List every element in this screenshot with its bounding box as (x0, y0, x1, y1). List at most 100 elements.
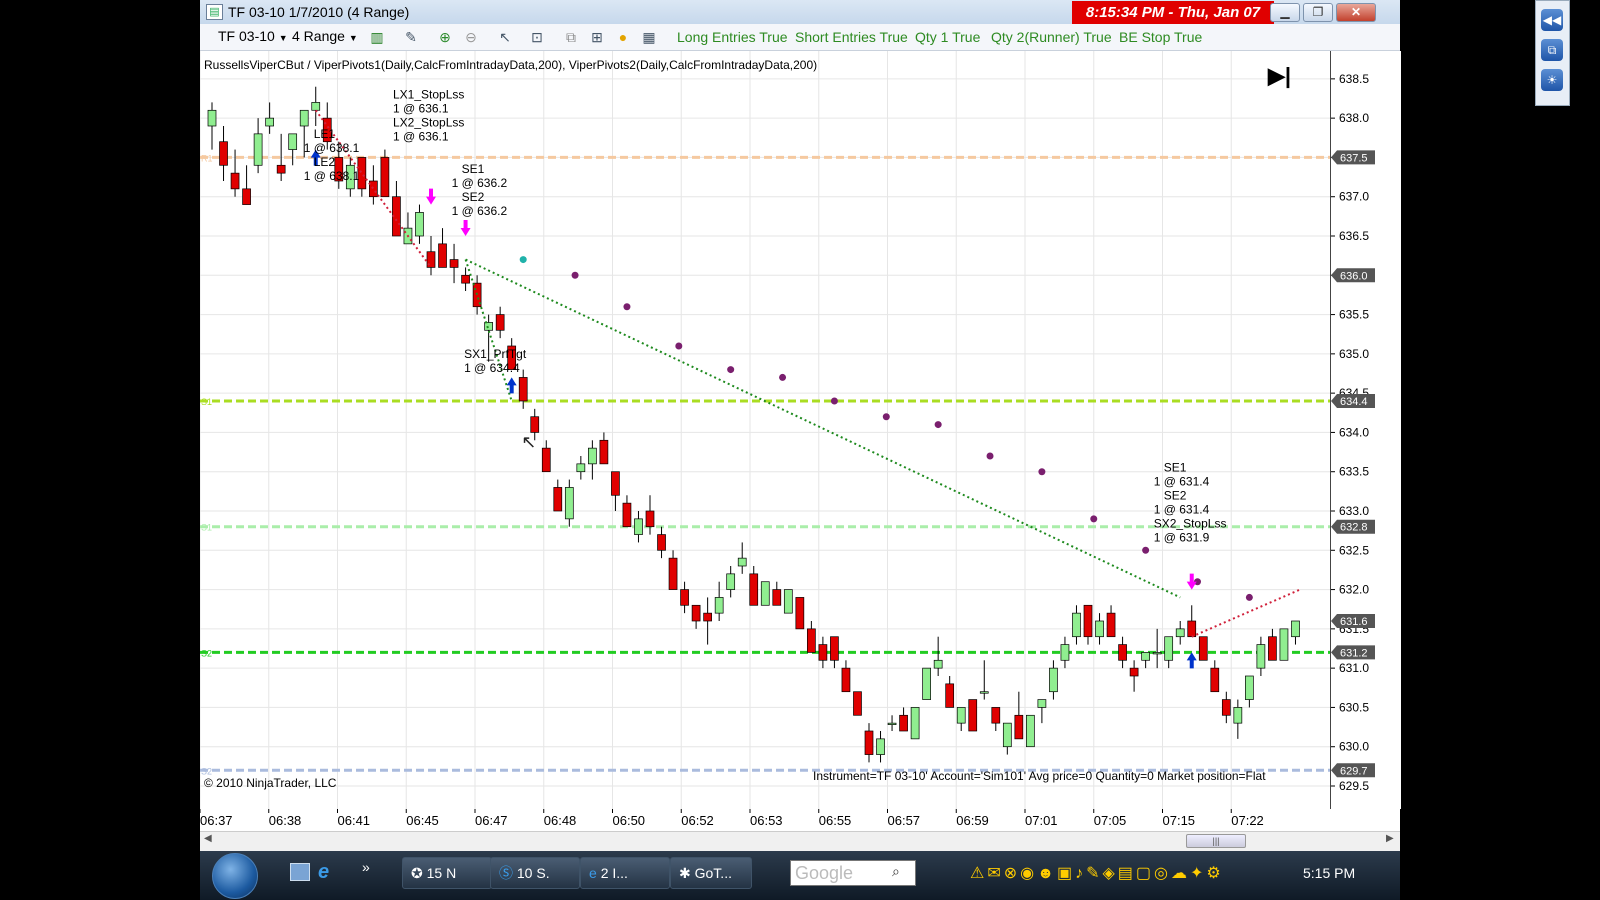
more-icon[interactable]: » (362, 859, 370, 875)
zoom-in-icon[interactable]: ⊕ (436, 28, 454, 46)
play-button[interactable]: ▶| (1268, 63, 1291, 89)
time-tick-label: 06:52 (681, 813, 714, 828)
windows-icon[interactable]: ⧉ (1541, 39, 1563, 61)
search-icon[interactable]: ⌕ (892, 863, 900, 880)
indicators-icon[interactable]: ⧉ (562, 28, 580, 46)
collapse-icon[interactable]: ◀◀ (1541, 9, 1563, 31)
time-tick-label: 06:47 (475, 813, 508, 828)
candle-body (922, 667, 931, 700)
candle-body (564, 487, 574, 520)
candle-body (1083, 604, 1093, 638)
candle-body (783, 589, 793, 614)
gadget-icon[interactable]: ☀ (1541, 69, 1563, 91)
horizontal-scrollbar[interactable]: ◀ ||| ▶ (200, 831, 1400, 850)
pivot-line-label: S1 (201, 523, 212, 533)
price-tick-label: 635.0 (1339, 347, 1369, 361)
annotation-line: 1 @ 636.1 (393, 102, 449, 116)
chart-panel[interactable]: R1 S1 S1 S2 S2 LE1 1 @ 638.1 LE2 1 @ 638.1 LX1_St… (199, 51, 1330, 809)
scroll-thumb[interactable]: ||| (1186, 834, 1246, 848)
candlestick-chart: R1S1S1S2S2LE1 1 @ 638.1 LE2 1 @ 638.1LX1_St… (199, 51, 1330, 809)
tray-icons[interactable]: ⚠✉⊗◉☻▣♪✎◈▤▢◎☁✦⚙ (970, 863, 1224, 883)
price-tick-label: 629.5 (1339, 779, 1369, 793)
instrument-selector[interactable]: TF 03-10 ▼ (218, 28, 288, 44)
indicator-dot (934, 421, 942, 429)
indicator-dot (623, 303, 631, 311)
annotation-line: SE1 (462, 162, 485, 176)
indicator-dot (727, 366, 735, 374)
time-tick-label: 06:38 (269, 813, 302, 828)
param-be-stop[interactable]: BE Stop True (1119, 29, 1202, 45)
price-tick-label: 631.0 (1339, 661, 1369, 675)
param-short-entries[interactable]: Short Entries True (795, 29, 908, 45)
task-gotomeeting[interactable]: ✱ GoT... (670, 857, 752, 889)
candle-body (1256, 644, 1266, 669)
minimize-button[interactable]: ▁ (1270, 3, 1300, 22)
param-long-entries[interactable]: Long Entries True (677, 29, 788, 45)
price-tick-label: 630.0 (1339, 740, 1369, 754)
candle-body (1221, 699, 1231, 716)
scroll-right-icon[interactable]: ▶ (1386, 833, 1394, 844)
close-button[interactable]: ✕ (1336, 3, 1376, 22)
indicator-dot (779, 373, 787, 381)
candle-body (1210, 667, 1220, 693)
candle-body (1095, 620, 1104, 638)
candle-body (807, 628, 816, 653)
start-button[interactable] (212, 853, 258, 899)
candle-body (299, 109, 309, 127)
strategies-icon[interactable]: ⊞ (588, 28, 606, 46)
annotation-line: 1 @ 631.4 (1154, 475, 1210, 489)
long-entry-arrow-icon (506, 377, 517, 394)
price-axis[interactable]: 638.5 638.0 637.5 637.0 636.5 636.0 635.5 635.0… (1330, 51, 1401, 809)
scroll-left-icon[interactable]: ◀ (204, 833, 212, 844)
title-bar[interactable]: ▤ TF 03-10 1/7/2010 (4 Range) 8:15:34 PM… (200, 0, 1400, 25)
time-tick-label: 06:55 (819, 813, 852, 828)
candle-body (449, 259, 459, 268)
price-tick-label: 638.0 (1339, 111, 1369, 125)
price-marker-label: 636.0 (1340, 270, 1368, 282)
interval-selector[interactable]: 4 Range ▼ (292, 28, 358, 44)
candle-body (956, 707, 966, 724)
properties-icon[interactable]: ▦ (640, 28, 658, 46)
currency-icon[interactable]: ● (614, 28, 632, 46)
taskbar: e » ✪ 15 N Ⓢ 10 S. e 2 I... ✱ GoT... Goo… (200, 851, 1400, 900)
price-marker-label: 629.7 (1340, 765, 1368, 777)
candle-body (760, 581, 770, 606)
candle-body (841, 667, 851, 693)
annotation-line: SE2 (462, 190, 485, 204)
candle-body (876, 738, 885, 755)
chart-app-icon: ▤ (206, 4, 223, 20)
cursor-icon[interactable]: ↖ (496, 28, 514, 46)
restore-button[interactable]: ❐ (1303, 3, 1333, 22)
time-axis[interactable]: 06:37 06:38 06:41 06:45 06:47 06:48 06:50 06:52… (199, 809, 1400, 831)
candle-body (541, 447, 551, 473)
annotation-line: 1 @ 636.2 (452, 204, 508, 218)
candle-body (576, 463, 586, 473)
annotation-line: 1 @ 634.4 (464, 361, 520, 375)
param-qty1[interactable]: Qty 1 True (915, 29, 980, 45)
annotation-line: SE1 (1164, 461, 1187, 475)
time-tick-label: 07:05 (1094, 813, 1127, 828)
indicator-dot (571, 271, 579, 279)
ie-icon[interactable]: e (318, 861, 329, 884)
annotation-line: 1 @ 631.4 (1154, 503, 1210, 517)
window-title: TF 03-10 1/7/2010 (4 Range) (228, 4, 410, 20)
price-marker-label: 637.5 (1340, 152, 1368, 164)
show-desktop-icon[interactable] (290, 863, 310, 881)
time-tick-label: 06:41 (338, 813, 371, 828)
candle-body (899, 714, 908, 732)
task-skype[interactable]: Ⓢ 10 S. (490, 857, 580, 889)
candle-body (691, 604, 701, 622)
drawing-tool-icon[interactable]: ✎ (402, 28, 420, 46)
time-tick-label: 07:01 (1025, 813, 1058, 828)
bar-type-icon[interactable]: ▥ (368, 28, 386, 46)
candle-body (253, 133, 263, 166)
candle-body (645, 510, 655, 528)
param-qty2-runner[interactable]: Qty 2(Runner) True (991, 29, 1112, 45)
data-box-icon[interactable]: ⊡ (528, 28, 546, 46)
task-ninjatrader[interactable]: ✪ 15 N (402, 857, 492, 889)
short-entry-arrow-icon (460, 220, 471, 236)
trade-line-short (465, 258, 1181, 599)
task-browser[interactable]: e 2 I... (580, 857, 670, 889)
zoom-out-icon[interactable]: ⊖ (462, 28, 480, 46)
candle-body (910, 707, 920, 740)
